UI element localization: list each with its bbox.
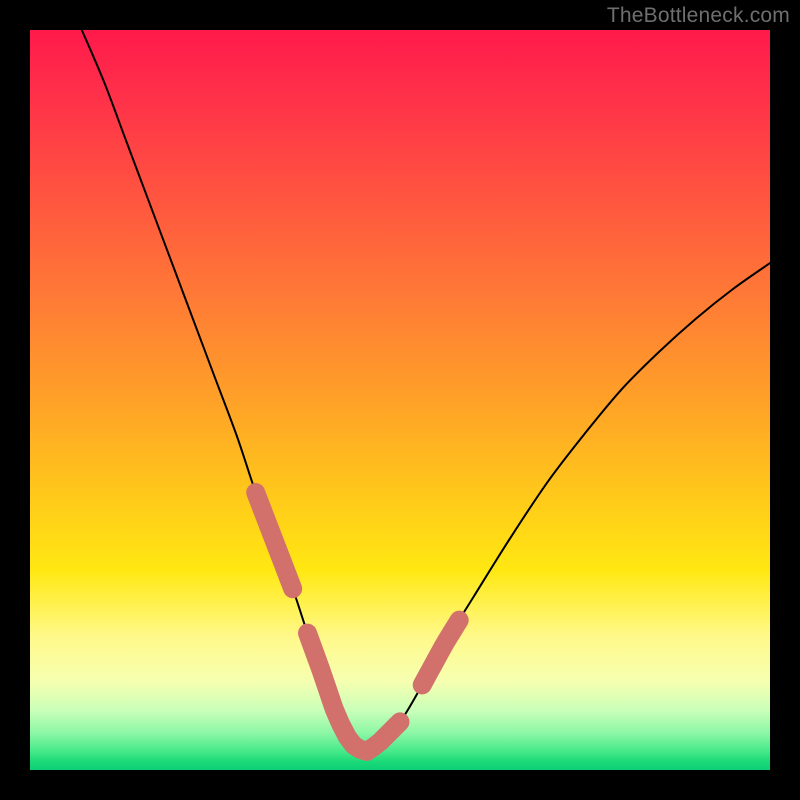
bottleneck-curve bbox=[82, 30, 770, 752]
curve-svg bbox=[30, 30, 770, 770]
plot-area bbox=[30, 30, 770, 770]
highlight-overlay bbox=[256, 493, 460, 752]
watermark-text: TheBottleneck.com bbox=[607, 4, 790, 28]
chart-frame: TheBottleneck.com bbox=[0, 0, 800, 800]
